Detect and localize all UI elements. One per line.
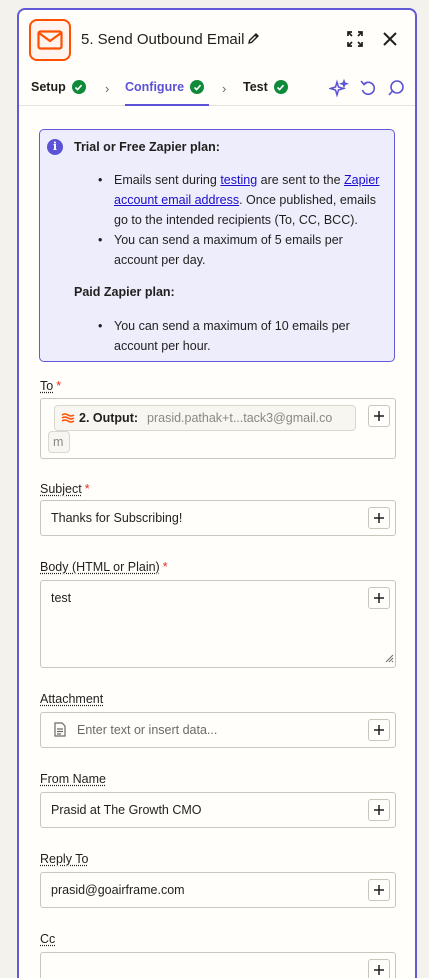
chevron-right-icon: › <box>222 81 227 96</box>
mapped-data-pill[interactable]: 2. Output: prasid.pathak+t...tack3@gmail… <box>54 405 356 431</box>
pill-overflow: m <box>48 431 70 453</box>
ai-sparkle-icon[interactable] <box>327 78 349 104</box>
resize-handle-icon[interactable] <box>385 652 394 666</box>
email-envelope-icon <box>29 19 71 61</box>
pill-label: 2. Output: <box>79 411 139 425</box>
from-name-value: Prasid at The Growth CMO <box>51 803 202 817</box>
check-circle-icon <box>71 80 86 94</box>
chevron-right-icon: › <box>105 81 110 96</box>
subject-field[interactable]: Thanks for Subscribing! <box>40 500 396 536</box>
formatter-icon <box>61 412 75 427</box>
tab-test-label: Test <box>243 80 268 94</box>
testing-link[interactable]: testing <box>220 173 257 187</box>
active-tab-underline <box>125 104 209 106</box>
paid-list: You can send a maximum of 10 emails per … <box>96 316 388 356</box>
insert-data-plus-icon[interactable] <box>368 719 390 741</box>
to-field[interactable]: 2. Output: prasid.pathak+t...tack3@gmail… <box>40 398 396 459</box>
edit-pencil-icon[interactable] <box>247 32 260 50</box>
step-title[interactable]: 5. Send Outbound Email <box>81 31 244 48</box>
list-item-text: Emails sent during <box>114 173 221 187</box>
from-name-field[interactable]: Prasid at The Growth CMO <box>40 792 396 828</box>
attachment-field[interactable]: Enter text or insert data... <box>40 712 396 748</box>
plan-limits-notice: i Trial or Free Zapier plan: Emails sent… <box>39 129 395 362</box>
tab-configure[interactable]: Configure <box>125 80 205 94</box>
reply-to-field[interactable]: prasid@goairframe.com <box>40 872 396 908</box>
tab-test[interactable]: Test <box>243 80 288 94</box>
body-textarea[interactable]: test <box>40 580 396 668</box>
notice-paid-title: Paid Zapier plan: <box>74 285 175 299</box>
from-name-label-text: From Name <box>40 772 106 786</box>
step-editor-panel: 5. Send Outbound Email Setup › Configure… <box>17 8 417 978</box>
insert-data-plus-icon[interactable] <box>368 587 390 609</box>
required-asterisk: * <box>84 482 90 496</box>
tab-configure-label: Configure <box>125 80 185 94</box>
required-asterisk: * <box>56 379 62 393</box>
body-label-text: Body (HTML or Plain) <box>40 560 160 574</box>
insert-data-plus-icon[interactable] <box>368 405 390 427</box>
subject-label: Subject * <box>40 482 90 496</box>
attachment-label: Attachment <box>40 692 103 706</box>
document-icon <box>54 722 66 740</box>
from-name-label: From Name <box>40 772 106 786</box>
step-header: 5. Send Outbound Email <box>19 10 415 72</box>
attachment-placeholder: Enter text or insert data... <box>77 723 218 737</box>
reply-to-value: prasid@goairframe.com <box>51 883 185 897</box>
list-item: You can send a maximum of 10 emails per … <box>96 316 388 356</box>
expand-icon[interactable] <box>346 30 364 53</box>
notice-trial-title: Trial or Free Zapier plan: <box>74 140 220 154</box>
check-circle-icon <box>190 80 205 94</box>
subject-label-text: Subject <box>40 482 82 496</box>
step-tabs: Setup › Configure › Test <box>19 72 415 106</box>
comment-icon[interactable] <box>387 79 405 102</box>
insert-data-plus-icon[interactable] <box>368 959 390 978</box>
list-item-text: are sent to the <box>257 173 345 187</box>
insert-data-plus-icon[interactable] <box>368 799 390 821</box>
configure-form: i Trial or Free Zapier plan: Emails sent… <box>19 107 415 978</box>
reply-to-label-text: Reply To <box>40 852 89 866</box>
cc-label-text: Cc <box>40 932 56 946</box>
undo-icon[interactable] <box>359 79 377 102</box>
tab-setup[interactable]: Setup <box>31 80 86 94</box>
info-icon: i <box>47 139 63 155</box>
list-item: You can send a maximum of 5 emails per a… <box>96 230 388 270</box>
cc-field[interactable] <box>40 952 396 978</box>
check-circle-icon <box>273 80 288 94</box>
insert-data-plus-icon[interactable] <box>368 507 390 529</box>
insert-data-plus-icon[interactable] <box>368 879 390 901</box>
subject-value: Thanks for Subscribing! <box>51 511 183 525</box>
trial-list: Emails sent during testing are sent to t… <box>96 170 388 270</box>
close-icon[interactable] <box>382 31 398 52</box>
required-asterisk: * <box>162 560 168 574</box>
cc-label: Cc <box>40 932 55 946</box>
tab-setup-label: Setup <box>31 80 66 94</box>
list-item: Emails sent during testing are sent to t… <box>96 170 388 230</box>
attachment-label-text: Attachment <box>40 692 104 706</box>
body-value: test <box>51 591 72 605</box>
reply-to-label: Reply To <box>40 852 88 866</box>
to-label: To * <box>40 379 61 393</box>
pill-value: prasid.pathak+t...tack3@gmail.co <box>147 411 333 425</box>
body-label: Body (HTML or Plain) * <box>40 560 168 574</box>
to-label-text: To <box>40 379 54 393</box>
